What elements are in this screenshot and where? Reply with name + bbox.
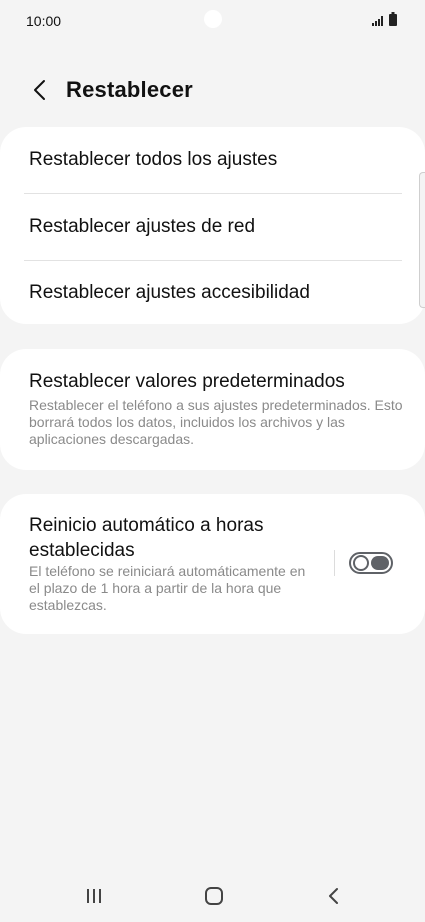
auto-restart-card: Reinicio automático a horas establecidas… (0, 494, 425, 634)
camera-cutout (204, 10, 222, 28)
home-icon (205, 887, 223, 905)
home-button[interactable] (184, 876, 244, 916)
chevron-left-icon (34, 80, 45, 100)
reset-network-settings-label: Restablecer ajustes de red (29, 216, 256, 237)
page-title: Restablecer (66, 77, 193, 102)
auto-restart-description: El teléfono se reiniciará automáticament… (29, 563, 306, 613)
toggle-track-fill (371, 556, 389, 570)
navigation-bar (0, 868, 425, 922)
factory-reset-item[interactable]: Restablecer valores predeterminados Rest… (0, 349, 425, 470)
battery-icon (389, 12, 397, 26)
back-icon (329, 888, 338, 904)
back-button[interactable] (22, 72, 58, 108)
signal-icon (372, 16, 383, 26)
vertical-divider (334, 550, 335, 576)
status-time: 10:00 (26, 13, 62, 29)
scroll-indicator[interactable] (419, 172, 425, 308)
screen: 10:00 Restablecer Restablecer todos los … (0, 0, 425, 922)
auto-restart-toggle[interactable] (349, 552, 393, 574)
header: Restablecer (0, 68, 425, 112)
factory-reset-card: Restablecer valores predeterminados Rest… (0, 349, 425, 470)
nav-back-button[interactable] (303, 876, 363, 916)
auto-restart-item[interactable]: Reinicio automático a horas establecidas… (0, 494, 425, 634)
factory-reset-title: Restablecer valores predeterminados (29, 371, 345, 392)
reset-accessibility-settings-label: Restablecer ajustes accesibilidad (29, 282, 310, 303)
reset-network-settings-item[interactable]: Restablecer ajustes de red (0, 194, 425, 260)
reset-all-settings-label: Restablecer todos los ajustes (29, 149, 278, 170)
toggle-knob (353, 555, 369, 571)
reset-options-card: Restablecer todos los ajustes Restablece… (0, 127, 425, 324)
status-bar: 10:00 (0, 0, 425, 40)
factory-reset-description: Restablecer el teléfono a sus ajustes pr… (29, 397, 403, 447)
auto-restart-title: Reinicio automático a horas establecidas (29, 515, 264, 561)
recent-apps-button[interactable] (64, 876, 124, 916)
recent-apps-icon (87, 889, 101, 903)
reset-all-settings-item[interactable]: Restablecer todos los ajustes (0, 127, 425, 193)
reset-accessibility-settings-item[interactable]: Restablecer ajustes accesibilidad (0, 261, 425, 324)
